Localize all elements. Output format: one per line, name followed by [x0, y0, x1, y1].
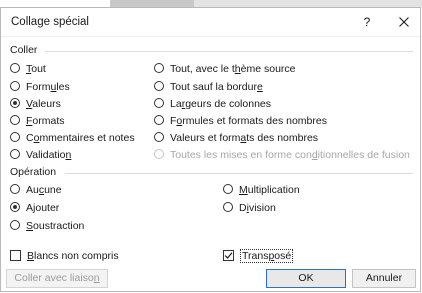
option-label: Ajouter: [26, 202, 60, 215]
ok-button[interactable]: OK: [266, 269, 346, 288]
paste-formulas-number-formats-radio[interactable]: [154, 115, 164, 126]
operation-divide-radio[interactable]: [223, 202, 233, 213]
paste-option-all[interactable]: Tout: [10, 62, 46, 76]
paste-values-number-formats-radio[interactable]: [154, 132, 164, 143]
paste-merge-conditional-radio: [154, 149, 164, 160]
option-label: Tout: [26, 63, 46, 76]
option-label: Soustraction: [26, 220, 85, 233]
option-label: Formats: [26, 115, 65, 128]
paste-comments-radio[interactable]: [10, 132, 20, 143]
close-icon: [399, 17, 409, 27]
paste-option-column-widths[interactable]: Largeurs de colonnes: [154, 97, 271, 111]
dialog-title: Collage spécial: [11, 16, 89, 28]
paste-all-source-theme-radio[interactable]: [154, 63, 164, 74]
paste-group-label: Coller: [10, 44, 38, 56]
option-label: Tout, avec le thème source: [170, 63, 296, 76]
option-label: Valeurs et formats des nombres: [170, 132, 319, 145]
paste-option-values[interactable]: Valeurs: [10, 97, 61, 111]
paste-values-radio[interactable]: [10, 98, 20, 109]
option-label: Multiplication: [239, 184, 300, 197]
option-label: Transposé: [240, 249, 294, 264]
option-label: Blancs non compris: [27, 250, 119, 263]
paste-option-formulas-number-formats[interactable]: Formules et formats des nombres: [154, 114, 327, 128]
option-label: Largeurs de colonnes: [170, 98, 271, 111]
operation-multiply-radio[interactable]: [223, 184, 233, 195]
paste-option-formats[interactable]: Formats: [10, 114, 65, 128]
operation-option-none[interactable]: Aucune: [10, 183, 62, 197]
operation-none-radio[interactable]: [10, 184, 20, 195]
background-app-strip: [0, 0, 422, 7]
paste-formulas-radio[interactable]: [10, 81, 20, 92]
operation-option-divide[interactable]: Division: [223, 201, 276, 215]
paste-all-radio[interactable]: [10, 63, 20, 74]
paste-option-formulas[interactable]: Formules: [10, 80, 70, 94]
option-label: Commentaires et notes: [26, 132, 135, 145]
option-label: Aucune: [26, 184, 62, 197]
option-label: Validation: [26, 149, 72, 162]
paste-validation-radio[interactable]: [10, 149, 20, 160]
option-label: Formules et formats des nombres: [170, 115, 327, 128]
background-tab: [194, 0, 422, 7]
paste-option-validation[interactable]: Validation: [10, 148, 71, 162]
close-button[interactable]: [394, 13, 414, 31]
paste-option-values-number-formats[interactable]: Valeurs et formats des nombres: [154, 131, 318, 145]
cancel-button[interactable]: Annuler: [352, 269, 416, 288]
skip-blanks-checkbox[interactable]: [10, 249, 21, 261]
screen: Collage spécial ? Coller Tout Formules V…: [0, 0, 422, 293]
option-label: Valeurs: [26, 98, 61, 111]
paste-option-comments[interactable]: Commentaires et notes: [10, 131, 135, 145]
operation-add-radio[interactable]: [10, 202, 20, 213]
operation-subtract-radio[interactable]: [10, 220, 20, 231]
paste-option-merge-conditional-formats: Toutes les mises en forme conditionnelle…: [154, 148, 410, 162]
option-label: Toutes les mises en forme conditionnelle…: [170, 149, 410, 162]
operation-group-label: Opération: [10, 166, 57, 178]
paste-column-widths-radio[interactable]: [154, 98, 164, 109]
skip-blanks-option[interactable]: Blancs non compris: [10, 249, 119, 263]
help-button[interactable]: ?: [357, 13, 377, 31]
operation-option-add[interactable]: Ajouter: [10, 201, 59, 215]
operation-option-subtract[interactable]: Soustraction: [10, 219, 84, 233]
paste-formats-radio[interactable]: [10, 115, 20, 126]
transpose-option[interactable]: Transposé: [223, 249, 294, 264]
transpose-checkbox[interactable]: [223, 249, 234, 261]
option-label: Tout sauf la bordure: [170, 81, 263, 94]
paste-group-divider: [45, 51, 413, 52]
background-tab: [110, 0, 194, 7]
operation-group-divider: [65, 173, 413, 174]
paste-special-dialog: Collage spécial ? Coller Tout Formules V…: [0, 7, 421, 292]
option-label: Division: [239, 202, 276, 215]
title-bar: Collage spécial ?: [1, 8, 420, 37]
checkmark-icon: [224, 252, 233, 259]
option-label: Formules: [26, 81, 70, 94]
paste-option-all-except-borders[interactable]: Tout sauf la bordure: [154, 80, 263, 94]
operation-option-multiply[interactable]: Multiplication: [223, 183, 300, 197]
paste-except-borders-radio[interactable]: [154, 81, 164, 92]
paste-link-button[interactable]: Coller avec liaison: [6, 269, 108, 288]
paste-option-all-source-theme[interactable]: Tout, avec le thème source: [154, 62, 296, 76]
